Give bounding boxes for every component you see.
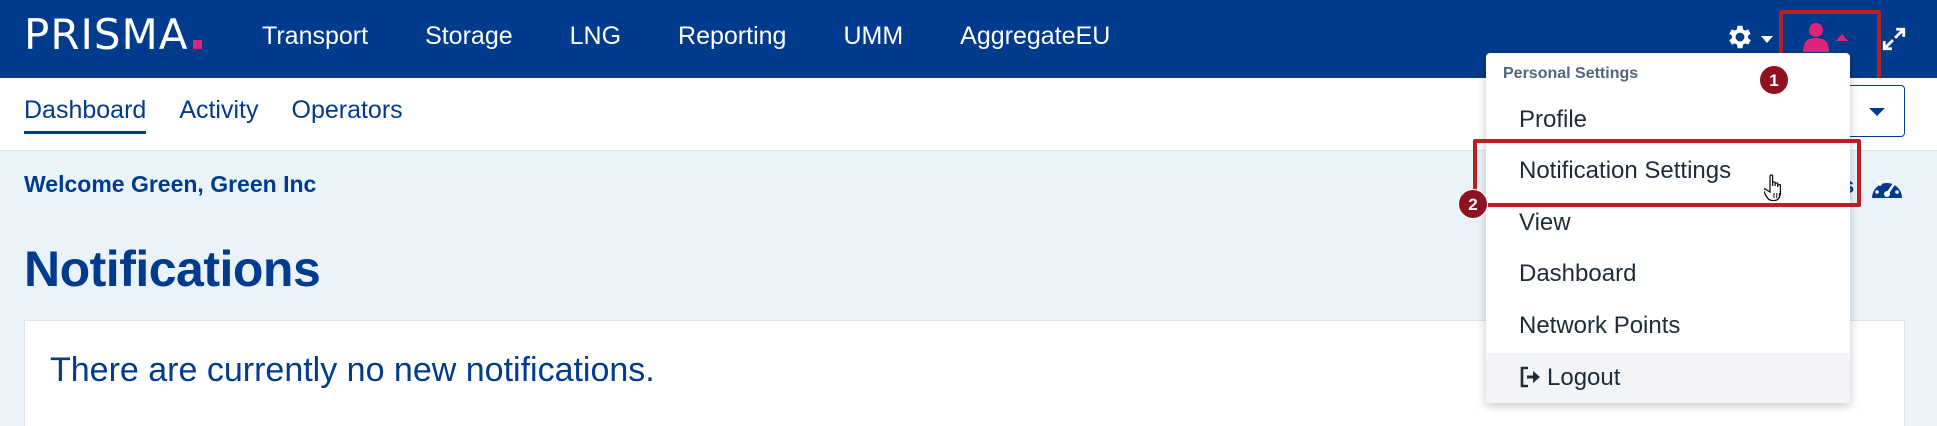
menu-item-logout[interactable]: Logout — [1486, 353, 1850, 403]
logout-icon — [1520, 366, 1540, 387]
subnav-dashboard[interactable]: Dashboard — [24, 96, 147, 134]
menu-item-label: Logout — [1547, 364, 1621, 391]
expand-icon[interactable] — [1881, 26, 1907, 52]
dashboard-gauge-icon[interactable] — [1870, 172, 1904, 202]
annotation-badge-2: 2 — [1458, 189, 1488, 219]
nav-umm[interactable]: UMM — [843, 22, 903, 51]
menu-item-profile[interactable]: Profile — [1486, 95, 1850, 145]
logo-dot — [192, 40, 202, 49]
chevron-down-icon — [1869, 108, 1885, 116]
hand-cursor-icon — [1764, 174, 1782, 202]
user-menu-header: Personal Settings — [1503, 65, 1639, 82]
subnav-operators[interactable]: Operators — [292, 96, 403, 134]
nav-reporting[interactable]: Reporting — [678, 22, 786, 51]
sub-select-dropdown[interactable] — [1845, 85, 1905, 137]
menu-item-network-points[interactable]: Network Points — [1486, 301, 1850, 351]
page-title: Notifications — [24, 241, 321, 297]
annotation-badge-1: 1 — [1759, 65, 1789, 95]
user-menu-dropdown: Personal Settings Profile Notification S… — [1486, 53, 1850, 403]
menu-item-dashboard[interactable]: Dashboard — [1486, 249, 1850, 299]
nav-aggregateeu[interactable]: AggregateEU — [960, 22, 1110, 51]
menu-item-label: Dashboard — [1519, 260, 1637, 287]
menu-item-label: View — [1519, 209, 1571, 236]
main-nav: Transport Storage LNG Reporting UMM Aggr… — [262, 22, 1167, 51]
empty-notifications-message: There are currently no new notifications… — [50, 351, 655, 389]
settings-caret-icon[interactable] — [1761, 36, 1773, 43]
logo-text: PRISMA — [24, 10, 189, 59]
notification-settings-highlight — [1473, 139, 1861, 207]
gear-icon[interactable] — [1725, 22, 1755, 52]
nav-transport[interactable]: Transport — [262, 22, 368, 51]
sub-nav: Dashboard Activity Operators — [24, 96, 436, 134]
menu-item-label: Network Points — [1519, 312, 1681, 339]
nav-lng[interactable]: LNG — [570, 22, 621, 51]
welcome-text: Welcome Green, Green Inc — [24, 171, 317, 197]
subnav-activity[interactable]: Activity — [179, 96, 258, 134]
menu-item-label: Profile — [1519, 106, 1588, 133]
prisma-logo[interactable]: PRISMA — [24, 10, 202, 59]
nav-storage[interactable]: Storage — [425, 22, 513, 51]
